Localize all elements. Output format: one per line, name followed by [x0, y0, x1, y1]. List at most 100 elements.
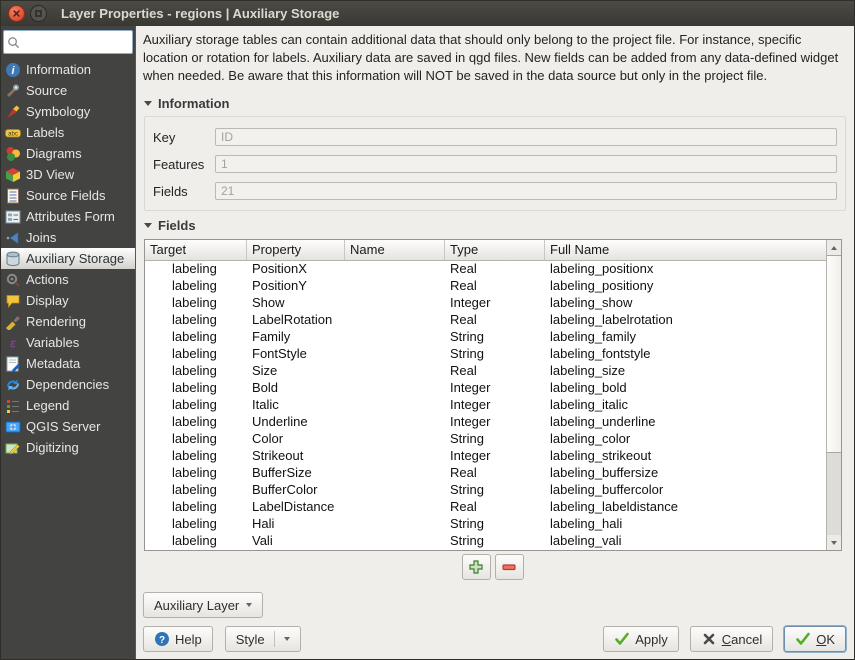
- sidebar-item-label: Actions: [26, 272, 69, 287]
- sidebar-item-actions[interactable]: Actions: [1, 269, 135, 290]
- sidebar-item-label: 3D View: [26, 167, 74, 182]
- table-cell: labeling_color: [545, 431, 826, 448]
- table-row[interactable]: labelingFontStyleStringlabeling_fontstyl…: [145, 346, 826, 363]
- column-header-property[interactable]: Property: [247, 240, 345, 260]
- help-button[interactable]: ? Help: [143, 626, 213, 652]
- sidebar-item-label: Rendering: [26, 314, 86, 329]
- sidebar-item-variables[interactable]: ε Variables: [1, 332, 135, 353]
- table-cell: [345, 516, 445, 533]
- table-row[interactable]: labelingUnderlineIntegerlabeling_underli…: [145, 414, 826, 431]
- table-row[interactable]: labelingBufferColorStringlabeling_buffer…: [145, 482, 826, 499]
- sidebar-item-digitizing[interactable]: Digitizing: [1, 437, 135, 458]
- information-section-header[interactable]: Information: [144, 96, 846, 111]
- table-cell: PositionX: [247, 261, 345, 278]
- table-cell: labeling_buffersize: [545, 465, 826, 482]
- table-cell: labeling: [145, 261, 247, 278]
- table-cell: PositionY: [247, 278, 345, 295]
- info-row-features: Features: [153, 155, 837, 173]
- table-cell: [345, 448, 445, 465]
- table-cell: labeling_labelrotation: [545, 312, 826, 329]
- key-field: [215, 128, 837, 146]
- style-button[interactable]: Style: [225, 626, 301, 652]
- table-row[interactable]: labelingBoldIntegerlabeling_bold: [145, 380, 826, 397]
- search-input[interactable]: [21, 35, 130, 49]
- auxiliary-layer-button[interactable]: Auxiliary Layer: [143, 592, 263, 618]
- column-header-type[interactable]: Type: [445, 240, 545, 260]
- maximize-button[interactable]: [30, 5, 47, 22]
- auxiliary-storage-icon: [5, 251, 21, 267]
- info-label: Fields: [153, 184, 215, 199]
- sidebar-item-3d-view[interactable]: 3D View: [1, 164, 135, 185]
- scroll-down-button[interactable]: [827, 535, 841, 550]
- sidebar-search-box[interactable]: [3, 30, 133, 54]
- table-row[interactable]: labelingLabelDistanceReallabeling_labeld…: [145, 499, 826, 516]
- sidebar-item-label: Source: [26, 83, 67, 98]
- table-cell: [345, 380, 445, 397]
- scroll-up-button[interactable]: [827, 240, 841, 255]
- table-row[interactable]: labelingPositionXReallabeling_positionx: [145, 261, 826, 278]
- sidebar-item-label: Variables: [26, 335, 79, 350]
- sidebar-item-source-fields[interactable]: Source Fields: [1, 185, 135, 206]
- diagrams-icon: [5, 146, 21, 162]
- sidebar-item-label: Digitizing: [26, 440, 79, 455]
- sidebar-item-information[interactable]: iInformation: [1, 59, 135, 80]
- table-row[interactable]: labelingColorStringlabeling_color: [145, 431, 826, 448]
- sidebar-item-diagrams[interactable]: Diagrams: [1, 143, 135, 164]
- apply-button[interactable]: Apply: [603, 626, 679, 652]
- sidebar-item-label: QGIS Server: [26, 419, 100, 434]
- sidebar-item-display[interactable]: Display: [1, 290, 135, 311]
- ok-button[interactable]: OK: [784, 626, 846, 652]
- sidebar-item-qgis-server[interactable]: QGIS Server: [1, 416, 135, 437]
- table-cell: labeling_underline: [545, 414, 826, 431]
- svg-text:ε: ε: [10, 335, 16, 350]
- cancel-button[interactable]: Cancel: [690, 626, 773, 652]
- sidebar-item-joins[interactable]: Joins: [1, 227, 135, 248]
- remove-field-button[interactable]: [495, 554, 524, 580]
- sidebar-item-label: Joins: [26, 230, 56, 245]
- table-cell: String: [445, 329, 545, 346]
- table-cell: Real: [445, 312, 545, 329]
- table-row[interactable]: labelingSizeReallabeling_size: [145, 363, 826, 380]
- table-cell: Strikeout: [247, 448, 345, 465]
- sidebar-item-attributes-form[interactable]: Attributes Form: [1, 206, 135, 227]
- table-cell: Integer: [445, 397, 545, 414]
- sidebar-item-dependencies[interactable]: Dependencies: [1, 374, 135, 395]
- table-cell: BufferSize: [247, 465, 345, 482]
- table-row[interactable]: labelingBufferSizeReallabeling_buffersiz…: [145, 465, 826, 482]
- fields-section-title: Fields: [158, 218, 196, 233]
- scrollbar-track[interactable]: [827, 453, 841, 535]
- column-header-target[interactable]: Target: [145, 240, 247, 260]
- add-field-button[interactable]: [462, 554, 491, 580]
- scrollbar-thumb[interactable]: [827, 255, 841, 453]
- fields-section-header[interactable]: Fields: [144, 218, 846, 233]
- table-row[interactable]: labelingLabelRotationReallabeling_labelr…: [145, 312, 826, 329]
- fields-table-scrollbar[interactable]: [826, 240, 841, 550]
- close-button[interactable]: [8, 5, 25, 22]
- sidebar-item-legend[interactable]: Legend: [1, 395, 135, 416]
- sidebar-item-symbology[interactable]: Symbology: [1, 101, 135, 122]
- sidebar-item-auxiliary-storage[interactable]: Auxiliary Storage: [1, 248, 135, 269]
- table-cell: Real: [445, 278, 545, 295]
- table-row[interactable]: labelingShowIntegerlabeling_show: [145, 295, 826, 312]
- sidebar-item-metadata[interactable]: Metadata: [1, 353, 135, 374]
- table-row[interactable]: labelingHaliStringlabeling_hali: [145, 516, 826, 533]
- labels-icon: abc: [5, 125, 21, 141]
- table-cell: Italic: [247, 397, 345, 414]
- info-row-fields: Fields: [153, 182, 837, 200]
- table-row[interactable]: labelingPositionYReallabeling_positiony: [145, 278, 826, 295]
- table-row[interactable]: labelingStrikeoutIntegerlabeling_strikeo…: [145, 448, 826, 465]
- table-row[interactable]: labelingValiStringlabeling_vali: [145, 533, 826, 550]
- table-row[interactable]: labelingFamilyStringlabeling_family: [145, 329, 826, 346]
- table-row[interactable]: labelingItalicIntegerlabeling_italic: [145, 397, 826, 414]
- fields-table-body: labelingPositionXReallabeling_positionxl…: [145, 261, 826, 550]
- sidebar-item-labels[interactable]: abcLabels: [1, 122, 135, 143]
- table-cell: labeling: [145, 295, 247, 312]
- column-header-full-name[interactable]: Full Name: [545, 240, 826, 260]
- column-header-name[interactable]: Name: [345, 240, 445, 260]
- sidebar-item-source[interactable]: Source: [1, 80, 135, 101]
- sidebar-item-rendering[interactable]: Rendering: [1, 311, 135, 332]
- title-bar[interactable]: Layer Properties - regions | Auxiliary S…: [1, 1, 854, 26]
- svg-text:?: ?: [159, 635, 165, 646]
- check-icon: [614, 631, 630, 647]
- sidebar-item-label: Source Fields: [26, 188, 105, 203]
